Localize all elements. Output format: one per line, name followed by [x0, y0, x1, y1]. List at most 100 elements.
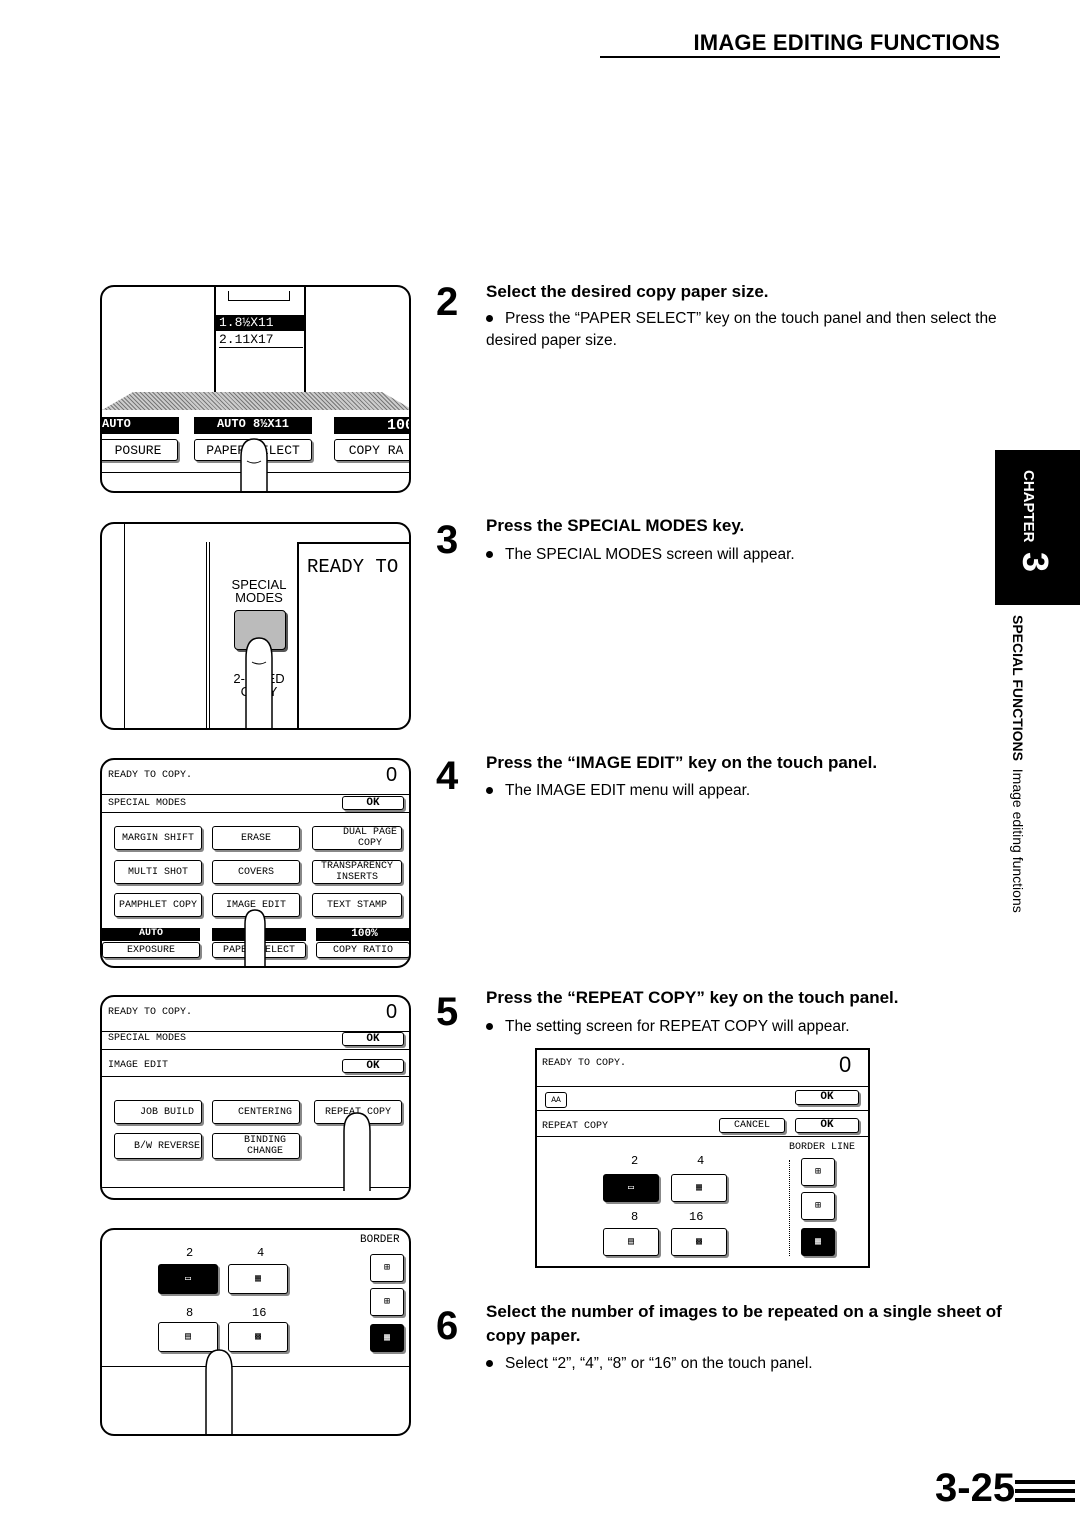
pamphlet-copy-key[interactable]: PAMPHLET COPY	[114, 893, 202, 917]
repeat-2-button[interactable]: ▭	[158, 1264, 218, 1294]
ok-button[interactable]: OK	[342, 796, 404, 810]
multi-shot-key[interactable]: MULTI SHOT	[114, 860, 202, 884]
job-build-key[interactable]: JOB BUILD	[114, 1100, 202, 1124]
step-number: 4	[436, 754, 459, 798]
copy-count: 0	[386, 1001, 398, 1023]
header-rule	[600, 56, 1000, 58]
count-16-label: 16	[252, 1306, 267, 1320]
exposure-value: AUTO	[102, 417, 179, 434]
finger-icon	[240, 438, 268, 491]
repeat-2-button[interactable]: ▭	[603, 1174, 659, 1202]
page-number: 3-25	[935, 1466, 1016, 1510]
tray-option-2[interactable]: 2.11X17	[219, 332, 303, 348]
special-modes-screen: READY TO COPY. 0 SPECIAL MODES OK MARGIN…	[100, 758, 411, 968]
border-none-button[interactable]: ▦	[801, 1228, 835, 1256]
text-stamp-key[interactable]: TEXT STAMP	[312, 893, 402, 917]
side-section-text: SPECIAL FUNCTIONS Image editing function…	[1010, 615, 1026, 913]
step-number: 6	[436, 1304, 459, 1348]
status-text: READY TO COPY.	[108, 1007, 193, 1018]
count-2-label: 2	[631, 1154, 639, 1168]
centering-key[interactable]: CENTERING	[212, 1100, 300, 1124]
border-solid-button[interactable]: ⊞	[801, 1158, 835, 1186]
operation-panel: READY TO C SPECIAL MODES 2-SIDED COPY	[100, 522, 411, 730]
status-text: READY TO COPY.	[108, 770, 193, 781]
page-rule	[1015, 1480, 1075, 1484]
paper-value: AUTO 8½X11	[194, 417, 312, 434]
section-name: SPECIAL FUNCTIONS	[1010, 615, 1026, 761]
chapter-tab-text: CHAPTER 3	[1000, 460, 1075, 600]
ratio-value: 100%	[316, 928, 409, 941]
copy-ratio-button[interactable]: COPY RATIO	[316, 942, 409, 958]
page-header-title: IMAGE EDITING FUNCTIONS	[693, 30, 1000, 55]
count-8-label: 8	[631, 1210, 639, 1224]
count-4-label: 4	[697, 1154, 705, 1168]
mode-title: SPECIAL MODES	[108, 798, 187, 809]
step-number: 2	[436, 280, 459, 324]
erase-key[interactable]: ERASE	[212, 826, 300, 850]
step-body: The IMAGE EDIT menu will appear.	[486, 780, 1006, 802]
step-title: Press the SPECIAL MODES key.	[486, 516, 745, 535]
finger-icon	[205, 1349, 233, 1434]
dual-page-copy-key[interactable]: DUAL PAGE COPY	[312, 826, 402, 850]
count-8-label: 8	[186, 1306, 194, 1320]
border-solid-button[interactable]: ⊞	[370, 1254, 404, 1282]
repeat-count-panel: BORDER 2 4 ▭ ▦ 8 16 ▤ ▩ ⊞ ⊞ ▦	[100, 1228, 411, 1436]
border-dotted-button[interactable]: ⊞	[370, 1288, 404, 1316]
step-body: The setting screen for REPEAT COPY will …	[486, 1016, 1006, 1038]
ok-button[interactable]: OK	[342, 1059, 404, 1073]
border-dotted-button[interactable]: ⊞	[801, 1192, 835, 1220]
step-title: Select the desired copy paper size.	[486, 282, 769, 301]
chapter-label: CHAPTER	[1020, 470, 1037, 543]
chapter-number: 3	[1015, 552, 1056, 573]
tray-option-1[interactable]: 1.8½X11	[216, 315, 304, 331]
covers-key[interactable]: COVERS	[212, 860, 300, 884]
step-body: Press the “PAPER SELECT” key on the touc…	[486, 310, 997, 349]
finger-icon	[245, 637, 273, 728]
exposure-button[interactable]: POSURE	[102, 439, 178, 461]
ok-button[interactable]: OK	[795, 1090, 859, 1105]
status-text: READY TO COPY.	[542, 1058, 627, 1069]
transparency-inserts-key[interactable]: TRANSPARENCY INSERTS	[312, 860, 402, 884]
step-number: 5	[436, 990, 459, 1034]
page-rule	[1015, 1498, 1075, 1502]
exposure-value: AUTO	[102, 928, 200, 941]
margin-shift-key[interactable]: MARGIN SHIFT	[114, 826, 202, 850]
special-modes-label: SPECIAL MODES	[231, 577, 287, 605]
step-body: The SPECIAL MODES screen will appear.	[486, 544, 1006, 566]
image-edit-screen: READY TO COPY. 0 SPECIAL MODES OK IMAGE …	[100, 995, 411, 1200]
repeat-4-button[interactable]: ▦	[228, 1264, 288, 1294]
copy-ratio-button[interactable]: COPY RA	[334, 439, 409, 461]
border-none-button[interactable]: ▦	[370, 1324, 404, 1352]
step-title: Press the “IMAGE EDIT” key on the touch …	[486, 753, 878, 772]
copy-count: 0	[386, 764, 398, 786]
repeat-4-button[interactable]: ▦	[671, 1174, 727, 1202]
copy-count: 0	[839, 1052, 852, 1077]
repeat-8-button[interactable]: ▤	[603, 1228, 659, 1256]
repeat-16-button[interactable]: ▩	[671, 1228, 727, 1256]
ratio-value: 100	[334, 417, 409, 434]
step-body: Select “2”, “4”, “8” or “16” on the touc…	[486, 1353, 1006, 1375]
mode-title: SPECIAL MODES	[108, 1033, 187, 1044]
step-number: 3	[436, 518, 459, 562]
step-title: Press the “REPEAT COPY” key on the touch…	[486, 988, 899, 1007]
paper-tray-popup: 1.8½X11 2.11X17	[214, 287, 306, 407]
finger-icon	[244, 909, 266, 966]
cancel-button[interactable]: CANCEL	[719, 1118, 785, 1133]
repeat-copy-screen: READY TO COPY. 0 AA OK REPEAT COPY CANCE…	[535, 1048, 870, 1268]
ok-button[interactable]: OK	[795, 1118, 859, 1133]
machine-shadow	[102, 392, 409, 410]
binding-change-key[interactable]: BINDING CHANGE	[212, 1133, 300, 1159]
mode-icon: AA	[545, 1092, 567, 1108]
exposure-button[interactable]: EXPOSURE	[102, 942, 200, 958]
subsection-name: Image editing functions	[1010, 768, 1026, 913]
mode-title: REPEAT COPY	[542, 1121, 609, 1132]
count-2-label: 2	[186, 1246, 194, 1260]
ok-button[interactable]: OK	[342, 1032, 404, 1046]
paper-select-panel: 1.8½X11 2.11X17 AUTO POSURE AUTO 8½X11 P…	[100, 285, 411, 493]
count-4-label: 4	[257, 1246, 265, 1260]
border-line-label: BORDER LINE	[789, 1142, 856, 1153]
bw-reverse-key[interactable]: B/W REVERSE	[114, 1133, 202, 1159]
border-label: BORDER	[360, 1234, 400, 1246]
count-16-label: 16	[689, 1210, 704, 1224]
submode-title: IMAGE EDIT	[108, 1060, 169, 1071]
